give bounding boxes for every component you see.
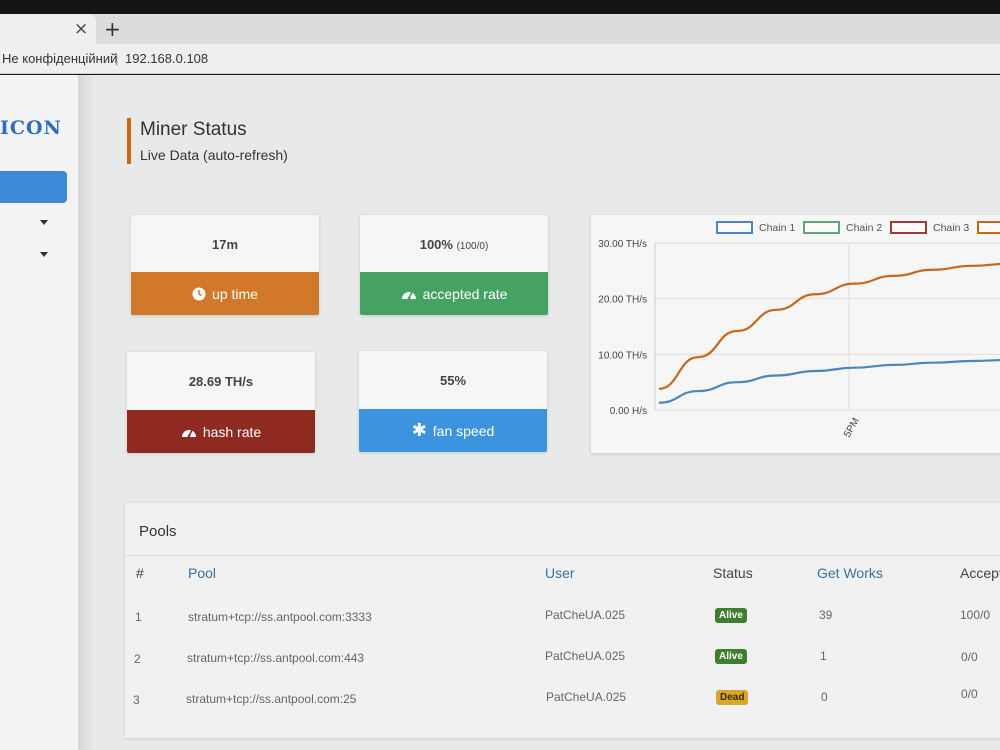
accepted-value: 0/0 (961, 687, 978, 701)
legend-swatch (716, 221, 753, 234)
col-header-user[interactable]: User (545, 565, 575, 581)
pool-user: PatCheUA.025 (545, 608, 626, 622)
status-badge: Dead (716, 690, 749, 705)
hash-rate-label: hash rate (202, 423, 262, 440)
hash-rate-card: 28.69 TH/s hash rate (127, 352, 315, 453)
screen-bezel (0, 0, 1000, 14)
accepted-rate-label: accepted rate (422, 285, 508, 302)
sidebar-item-active[interactable] (0, 171, 67, 203)
pools-divider (125, 555, 1000, 556)
hashrate-chart: 30.00 TH/s 20.00 TH/s 10.00 TH/s 0.00 H/s 5P… (598, 221, 1000, 440)
pools-panel: Pools # Pool User Status Get Works Accep… (125, 503, 1000, 738)
col-header-status[interactable]: Status (713, 565, 753, 581)
pool-user: PatCheUA.025 (546, 690, 627, 704)
accepted-rate-detail: (100/0) (456, 241, 489, 252)
uptime-value: 17m (211, 237, 239, 252)
get-works-value: 39 (819, 608, 833, 622)
status-badge: Alive (715, 649, 747, 664)
fan-speed-value: 55% (439, 373, 467, 388)
accepted-value: 100/0 (960, 608, 991, 622)
tab-strip: × + (0, 14, 1000, 44)
sidebar: ICON (0, 75, 78, 750)
row-number: 1 (135, 610, 142, 624)
y-tick-label: 0.00 H/s (610, 406, 647, 417)
legend-swatch (890, 221, 927, 234)
page-title: Miner Status (140, 119, 247, 140)
new-tab-button[interactable]: + (104, 17, 121, 41)
page-subtitle: Live Data (auto-refresh) (140, 147, 288, 163)
fan-speed-label: fan speed (432, 422, 495, 439)
legend-label: Chain 2 (846, 222, 882, 234)
brand-logo[interactable]: ICON (0, 117, 62, 139)
accepted-value: 0/0 (961, 650, 978, 664)
col-header-accepted[interactable]: Accept (960, 565, 1000, 581)
pool-url: stratum+tcp://ss.antpool.com:3333 (188, 610, 372, 624)
uptime-label: up time (212, 285, 258, 302)
legend-label: Chain 3 (933, 222, 969, 234)
clock-icon (192, 287, 206, 301)
row-number: 2 (134, 652, 141, 666)
col-header-get-works[interactable]: Get Works (817, 565, 883, 581)
pool-url: stratum+tcp://ss.antpool.com:25 (186, 692, 357, 706)
hash-rate-value: 28.69 TH/s (188, 374, 254, 389)
uptime-bar: up time (131, 272, 319, 315)
accepted-rate-value: 100% (100/0) (419, 237, 489, 252)
legend-label: Chain 1 (759, 222, 795, 234)
title-accent-bar (127, 118, 131, 164)
col-header-pool[interactable]: Pool (188, 565, 216, 581)
uptime-card: 17m up time (131, 215, 319, 315)
sidebar-edge (78, 75, 94, 750)
accepted-rate-bar: accepted rate (360, 272, 548, 315)
fan-speed-bar: ✱ fan speed (359, 409, 547, 452)
address-bar[interactable]: Не конфіденційний | 192.168.0.108 (0, 44, 1000, 74)
browser-tab[interactable]: × (0, 14, 96, 44)
asterisk-icon: ✱ (411, 419, 427, 441)
row-number: 3 (133, 693, 140, 707)
fan-speed-card: 55% ✱ fan speed (359, 351, 547, 452)
hashrate-chart-panel: 30.00 TH/s 20.00 TH/s 10.00 TH/s 0.00 H/s 5P… (591, 215, 1000, 453)
y-tick-label: 30.00 TH/s (598, 239, 647, 250)
pool-user: PatCheUA.025 (545, 649, 626, 663)
close-tab-icon[interactable]: × (74, 19, 88, 39)
main-content: Miner Status Live Data (auto-refresh) 17… (94, 75, 1000, 750)
accepted-rate-card: 100% (100/0) accepted rate (360, 215, 548, 315)
pool-url: stratum+tcp://ss.antpool.com:443 (187, 651, 365, 665)
url-text[interactable]: 192.168.0.108 (125, 51, 208, 66)
gauge-icon (401, 287, 417, 301)
hash-rate-bar: hash rate (127, 410, 315, 453)
legend-swatch (803, 221, 840, 234)
get-works-value: 1 (820, 649, 827, 663)
col-header-number[interactable]: # (136, 565, 144, 581)
security-indicator[interactable]: Не конфіденційний (2, 51, 117, 66)
chevron-down-icon[interactable] (40, 252, 48, 257)
x-tick-label: 5PM (842, 416, 862, 439)
gauge-icon (181, 425, 197, 439)
address-separator: | (115, 51, 119, 66)
legend-swatch (977, 221, 1000, 234)
get-works-value: 0 (821, 690, 828, 704)
y-tick-label: 10.00 TH/s (598, 350, 647, 361)
pools-title: Pools (139, 523, 177, 540)
y-tick-label: 20.00 TH/s (598, 295, 647, 306)
status-badge: Alive (715, 608, 747, 623)
chevron-down-icon[interactable] (40, 220, 48, 225)
series-line (658, 358, 1000, 404)
